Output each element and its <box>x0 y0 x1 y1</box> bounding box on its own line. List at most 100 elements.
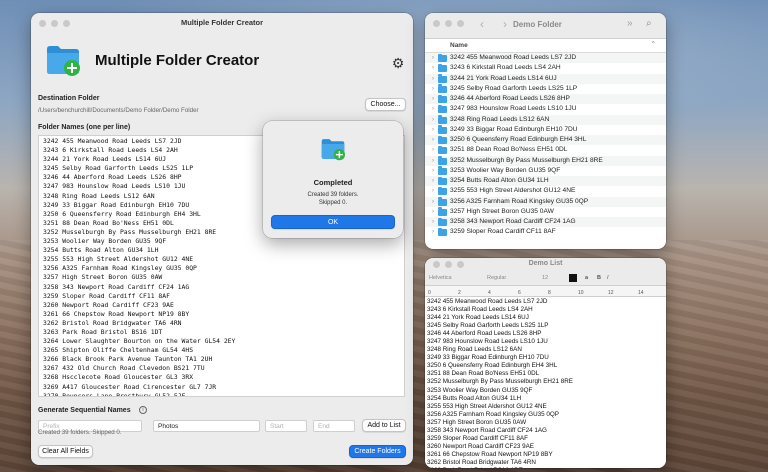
italic-icon[interactable]: I <box>607 275 609 281</box>
chevron-right-icon[interactable]: › <box>432 156 434 166</box>
chevron-right-icon[interactable]: › <box>432 115 434 125</box>
folder-icon <box>438 217 447 226</box>
chevron-right-icon[interactable]: › <box>432 166 434 176</box>
folder-row[interactable]: › 3243 6 Kirkstall Road Leeds LS4 2AH <box>425 63 666 73</box>
font-size-field[interactable]: 12 <box>542 275 548 281</box>
chevron-right-icon[interactable]: › <box>432 145 434 155</box>
folder-row[interactable]: › 3252 Musselburgh By Pass Musselburgh EH… <box>425 155 666 166</box>
chevron-right-icon[interactable]: › <box>432 227 434 237</box>
chevron-right-icon[interactable]: › <box>432 186 434 196</box>
add-to-list-button[interactable]: Add to List <box>362 419 406 432</box>
chevron-right-icon[interactable]: › <box>432 94 434 104</box>
folder-row-label: 3248 Ring Road Leeds LS12 6AN <box>450 115 550 123</box>
finder-file-list: › 3242 455 Meanwood Road Leeds LS7 2JD › 32… <box>425 53 666 238</box>
folder-name-line: 3268 Hscclecote Road Gloucester GL3 3RX <box>43 373 194 382</box>
folder-name-line: 3256 A325 Farnham Road Kingsley GU35 0QP <box>43 264 197 273</box>
chevron-right-icon[interactable]: › <box>432 53 434 63</box>
close-window-button[interactable] <box>433 20 440 27</box>
document-line: 3249 33 Biggar Road Edinburgh EH10 7DU <box>427 354 549 362</box>
chevron-right-icon[interactable]: › <box>432 84 434 94</box>
document-line: 3255 553 High Street Aldershot GU12 4NE <box>427 402 547 410</box>
folder-icon <box>438 207 447 216</box>
back-icon[interactable]: ‹ <box>480 17 484 31</box>
chevron-right-icon[interactable]: › <box>432 104 434 114</box>
document-text[interactable]: 3242 455 Meanwood Road Leeds LS7 2JD 3243… <box>425 297 666 468</box>
text-color-swatch[interactable] <box>569 274 577 282</box>
zoom-window-button[interactable] <box>63 20 70 27</box>
minimize-window-button[interactable] <box>51 20 58 27</box>
base-name-field[interactable]: Photos <box>153 420 260 432</box>
folder-icon <box>438 94 447 103</box>
folder-row-label: 3244 21 York Road Leeds LS14 6UJ <box>450 74 557 82</box>
folder-row[interactable]: › 3249 33 Biggar Road Edinburgh EH10 7DU <box>425 125 666 135</box>
chevron-right-icon[interactable]: › <box>432 74 434 84</box>
choose-button[interactable]: Choose... <box>365 98 406 111</box>
document-line: 3253 Woolier Way Borden GU35 9QF <box>427 386 533 394</box>
ruler-mark: 2 <box>458 290 461 296</box>
minimize-window-button[interactable] <box>445 20 452 27</box>
folder-row-label: 3256 A325 Farnham Road Kingsley GU35 0QP <box>450 197 589 205</box>
folder-row[interactable]: › 3244 21 York Road Leeds LS14 6UJ <box>425 73 666 84</box>
textedit-title: Demo List <box>528 260 563 267</box>
folder-row[interactable]: › 3253 Woolier Way Borden GU35 9QF <box>425 166 666 176</box>
ok-button[interactable]: OK <box>271 215 395 229</box>
folder-name-line: 3253 Woolier Way Borden GU35 9QF <box>43 237 167 246</box>
document-line: 3260 Newport Road Cardiff CF23 9AE <box>427 442 534 450</box>
more-toolbar-icon[interactable]: » <box>627 18 633 29</box>
chevron-right-icon[interactable]: › <box>432 217 434 227</box>
folder-name-line: 3260 Newport Road Cardiff CF23 9AE <box>43 300 174 309</box>
document-line: 3252 Musselburgh By Pass Musselburgh EH2… <box>427 378 573 386</box>
forward-icon[interactable]: › <box>503 17 507 31</box>
folder-row[interactable]: › 3254 Butts Road Alton GU34 1LH <box>425 176 666 187</box>
folder-row[interactable]: › 3259 Sloper Road Cardiff CF11 8AF <box>425 227 666 237</box>
highlight-icon[interactable]: a <box>585 275 588 281</box>
window-controls[interactable] <box>39 20 70 27</box>
folder-row[interactable]: › 3242 455 Meanwood Road Leeds LS7 2JD <box>425 53 666 64</box>
format-toolbar: Helvetica Regular 12 a B I <box>425 271 666 286</box>
gear-icon[interactable]: ⚙ <box>390 55 406 71</box>
end-field[interactable]: End <box>313 420 355 432</box>
zoom-window-button[interactable] <box>457 20 464 27</box>
chevron-right-icon[interactable]: › <box>432 207 434 217</box>
folder-row[interactable]: › 3258 343 Newport Road Cardiff CF24 1AG <box>425 217 666 228</box>
chevron-right-icon[interactable]: › <box>432 125 434 135</box>
search-icon[interactable]: ⌕ <box>646 18 652 29</box>
clear-all-fields-button[interactable]: Clear All Fields <box>38 445 93 458</box>
chevron-right-icon[interactable]: › <box>432 63 434 73</box>
start-field[interactable]: Start <box>265 420 307 432</box>
folder-row-label: 3245 Selby Road Garforth Leeds LS25 1LP <box>450 84 578 92</box>
close-window-button[interactable] <box>39 20 46 27</box>
folder-icon <box>438 84 447 93</box>
document-line: 3258 343 Newport Road Cardiff CF24 1AG <box>427 426 547 434</box>
folder-row[interactable]: › 3255 553 High Street Aldershot GU12 4NE <box>425 186 666 196</box>
bold-icon[interactable]: B <box>597 275 601 281</box>
folder-row-label: 3254 Butts Road Alton GU34 1LH <box>450 177 549 184</box>
folder-row[interactable]: › 3247 983 Hounslow Road Leeds LS10 1JU <box>425 104 666 114</box>
folder-row[interactable]: › 3246 44 Aberford Road Leeds LS26 8HP <box>425 94 666 105</box>
chevron-right-icon[interactable]: › <box>432 135 434 145</box>
folder-row[interactable]: › 3245 Selby Road Garforth Leeds LS25 1LP <box>425 84 666 94</box>
info-icon[interactable]: i <box>139 406 147 414</box>
folder-row[interactable]: › 3251 88 Dean Road Bo'Ness EH51 0DL <box>425 145 666 155</box>
folder-row[interactable]: › 3256 A325 Farnham Road Kingsley GU35 0Q… <box>425 196 666 207</box>
chevron-right-icon[interactable]: › <box>432 176 434 186</box>
name-column-header[interactable]: Name ⌃ <box>425 39 666 53</box>
chevron-right-icon[interactable]: › <box>432 197 434 207</box>
ruler[interactable]: 0 2 4 6 8 10 12 14 <box>425 286 666 297</box>
document-line: 3262 Bristol Road Bridgwater TA6 4RN <box>427 458 536 466</box>
folder-row-label: 3251 88 Dean Road Bo'Ness EH51 0DL <box>450 146 568 154</box>
folder-row[interactable]: › 3248 Ring Road Leeds LS12 6AN <box>425 114 666 125</box>
finder-window: ‹ › Demo Folder » ⌕ Name ⌃ › 3242 455 Mea… <box>425 13 666 249</box>
app-title: Multiple Folder Creator <box>95 51 260 69</box>
ruler-mark: 8 <box>548 290 551 296</box>
folder-name-line: 3255 553 High Street Aldershot GU12 4NE <box>43 255 194 264</box>
folder-icon <box>438 145 447 155</box>
create-folders-button[interactable]: Create Folders <box>349 445 406 458</box>
folder-name-line: 3258 343 Newport Road Cardiff CF24 1AG <box>43 282 190 291</box>
font-family-select[interactable]: Helvetica <box>429 275 452 281</box>
folder-row-label: 3255 553 High Street Aldershot GU12 4NE <box>450 187 576 195</box>
font-style-select[interactable]: Regular <box>487 275 506 281</box>
window-title: Multiple Folder Creator <box>180 18 264 27</box>
folder-row[interactable]: › 3257 High Street Boron GU35 0AW <box>425 207 666 217</box>
folder-row[interactable]: › 3250 6 Queensferry Road Edinburgh EH4 3… <box>425 135 666 146</box>
